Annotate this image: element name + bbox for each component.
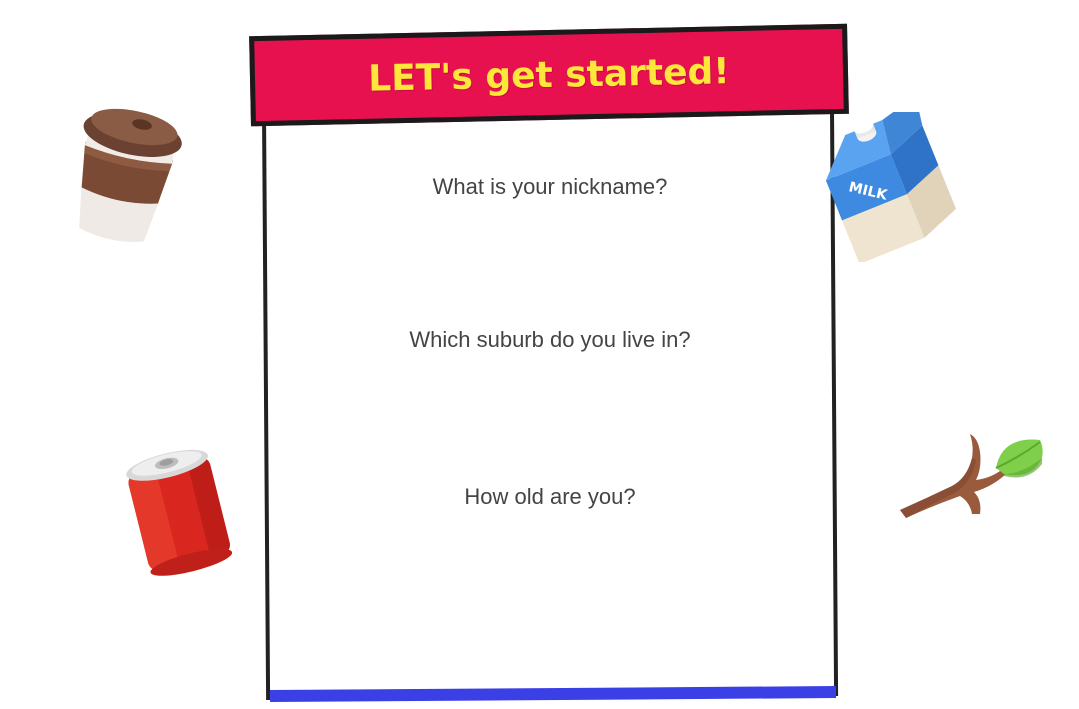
question-suburb[interactable]: Which suburb do you live in? [270,327,830,353]
question-age[interactable]: How old are you? [270,484,830,510]
branch-leaf-icon [900,434,1043,518]
header-banner: LET's get started! [249,23,849,127]
page-title: LET's get started! [367,50,731,100]
soda-can-icon [126,449,233,576]
milk-carton-icon: MILK [825,112,956,262]
card-bottom-bar [270,686,837,702]
page-stage: LET's get started! What is your nickname… [0,0,1079,709]
coffee-cup-icon [79,108,182,242]
question-nickname[interactable]: What is your nickname? [270,174,830,200]
